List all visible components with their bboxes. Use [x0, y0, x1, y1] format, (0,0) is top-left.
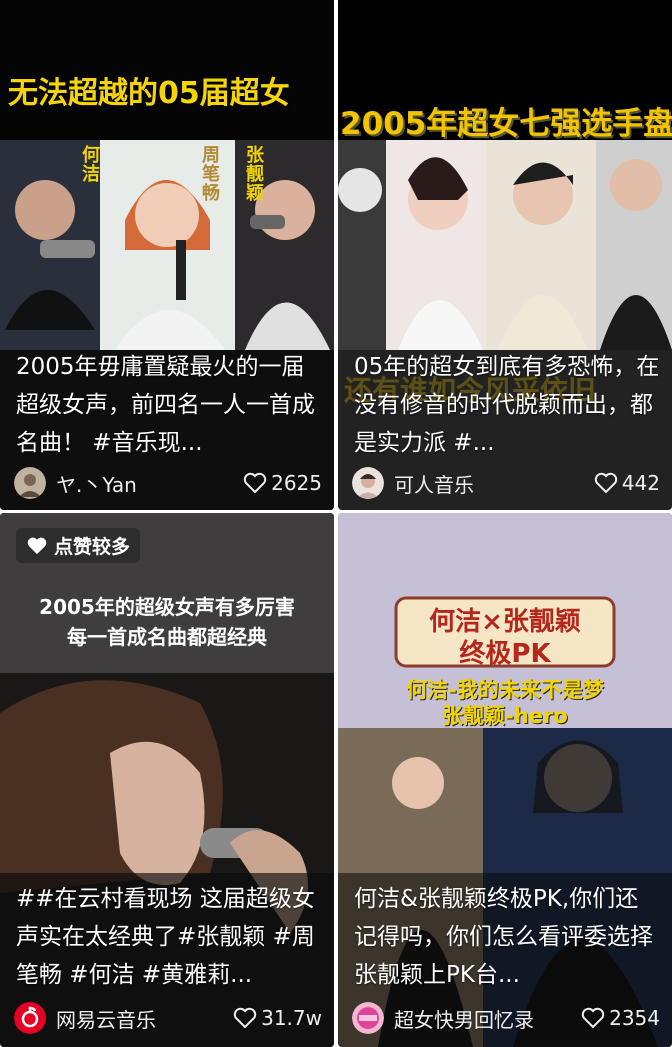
author-name[interactable]: ヤ.丶Yan — [56, 469, 243, 498]
banner-title: 无法超越的05届超女 — [8, 76, 290, 111]
video-caption: 05年的超女到底有多恐怖，在没有修音的时代脱颖而出，都是实力派 #... — [354, 354, 660, 456]
avatar[interactable] — [14, 467, 46, 499]
heart-outline-icon — [243, 472, 267, 494]
banner-title: 2005年超女七强选手盘点 — [340, 106, 672, 142]
name-tag: 何洁 — [79, 145, 100, 183]
video-card[interactable]: 点赞较多 2005年的超级女声有多厉害 每一首成名曲都超经典 ##在云村看现场 … — [0, 513, 334, 1047]
video-card[interactable]: 何洁×张靓颖 终极PK 何洁-我的未来不是梦 张靓颖-hero 何洁&张靓颖终极… — [338, 513, 672, 1047]
name-tag: 周笔畅 — [199, 145, 220, 202]
video-meta: 网易云音乐 31.7w — [14, 1000, 322, 1036]
video-caption: 何洁&张靓颖终极PK,你们还记得吗，你们怎么看评委选择张靓颖上PK台... — [354, 886, 653, 988]
like-button[interactable]: 442 — [594, 471, 660, 495]
like-count: 442 — [621, 471, 660, 495]
like-button[interactable]: 31.7w — [233, 1006, 322, 1030]
popular-badge: 点赞较多 — [16, 528, 141, 563]
video-meta: 超女快男回忆录 2354 — [352, 1000, 660, 1036]
like-count: 2354 — [609, 1006, 660, 1030]
author-name[interactable]: 超女快男回忆录 — [394, 1004, 581, 1033]
video-card[interactable]: 还有谁如今风采依旧 2005年超女七强选手盘点 05年的超女到底有多恐怖，在没有… — [338, 0, 672, 510]
badge-label: 点赞较多 — [54, 536, 131, 558]
heart-outline-icon — [594, 472, 618, 494]
like-count: 2625 — [271, 471, 322, 495]
avatar[interactable] — [352, 467, 384, 499]
video-caption: 2005年毋庸置疑最火的一届超级女声，前四名一人一首成名曲！ #音乐现... — [16, 354, 315, 456]
video-card[interactable]: 无法超越的05届超女 何洁 周笔畅 张靓颖 2005年毋庸置疑最火的一届超级女声… — [0, 0, 334, 510]
like-count: 31.7w — [261, 1006, 322, 1030]
author-name[interactable]: 可人音乐 — [394, 469, 594, 498]
like-button[interactable]: 2354 — [581, 1006, 660, 1030]
thumbnail-title-line2: 终极PK — [459, 639, 551, 669]
video-feed-grid: 无法超越的05届超女 何洁 周笔畅 张靓颖 2005年毋庸置疑最火的一届超级女声… — [0, 0, 672, 1047]
video-meta: 可人音乐 442 — [352, 465, 660, 501]
heart-filled-icon — [27, 537, 47, 554]
video-caption: ##在云村看现场 这届超级女声实在太经典了#张靓颖 #周笔畅 #何洁 #黄雅莉.… — [16, 886, 315, 988]
heart-outline-icon — [233, 1007, 257, 1029]
heart-outline-icon — [581, 1007, 605, 1029]
author-name[interactable]: 网易云音乐 — [56, 1004, 233, 1033]
video-meta: ヤ.丶Yan 2625 — [14, 465, 322, 501]
thumbnail-subtitle-line2: 张靓颖-hero — [442, 704, 568, 728]
name-tag: 张靓颖 — [243, 145, 264, 202]
netease-music-logo-icon[interactable] — [14, 1002, 46, 1034]
like-button[interactable]: 2625 — [243, 471, 322, 495]
thumbnail-subtitle: 每一首成名曲都超经典 — [67, 625, 267, 649]
thumbnail-title: 2005年的超级女声有多厉害 — [39, 595, 295, 619]
avatar[interactable] — [352, 1002, 384, 1034]
